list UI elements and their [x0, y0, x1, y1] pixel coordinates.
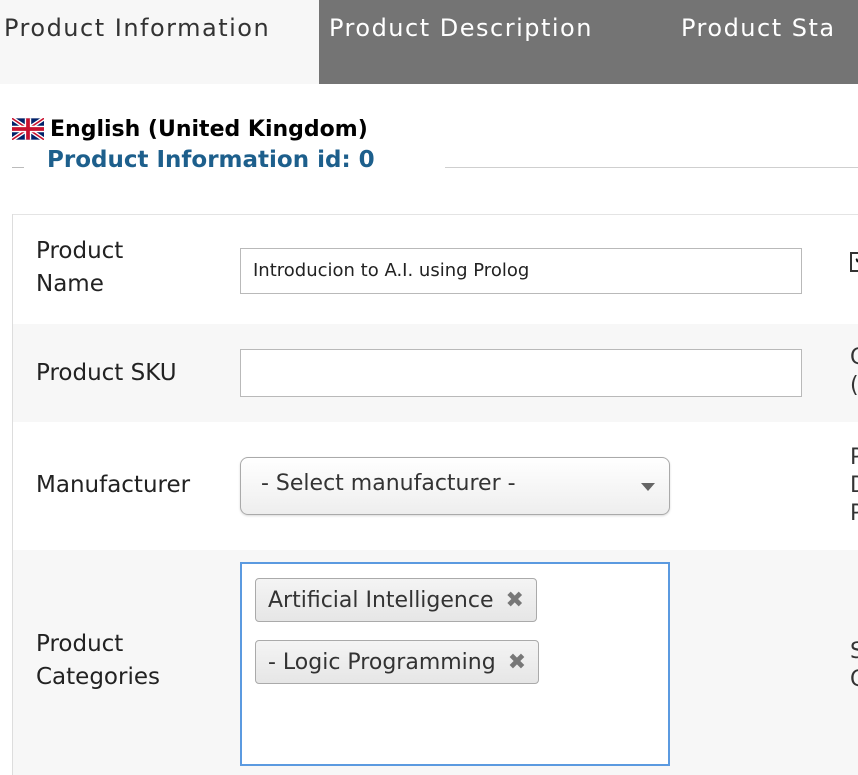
- tab-product-status[interactable]: Product Sta: [681, 14, 836, 42]
- row-product-name: Product Name Introducion to A.I. using P…: [13, 214, 858, 325]
- tab-group-inactive: Product Description Product Sta: [319, 0, 858, 84]
- row-product-sku: Product SKU G (E: [13, 324, 858, 422]
- product-sku-input[interactable]: [240, 349, 802, 397]
- product-name-label: Product Name: [36, 235, 123, 301]
- tab-label: Product Information: [4, 14, 271, 42]
- uk-flag-icon: [12, 118, 44, 140]
- chip-label: - Logic Programming: [268, 649, 496, 675]
- fieldset-border: [12, 167, 24, 168]
- fieldset-border: [445, 167, 858, 168]
- category-chip: - Logic Programming ✖: [255, 640, 540, 684]
- language-indicator: English (United Kingdom): [12, 116, 368, 142]
- label-line: Product: [36, 631, 124, 657]
- cut-text: (E: [850, 373, 858, 398]
- row-product-categories: Product Categories Artificial Intelligen…: [13, 550, 858, 775]
- manufacturer-select[interactable]: - Select manufacturer -: [240, 457, 670, 515]
- right-column-text: P D P: [850, 444, 858, 528]
- remove-chip-icon[interactable]: ✖: [508, 650, 526, 675]
- fieldset-legend-row: Product Information id: 0: [0, 147, 858, 181]
- category-chip: Artificial Intelligence ✖: [255, 578, 537, 622]
- remove-chip-icon[interactable]: ✖: [506, 588, 524, 613]
- cut-text: S: [850, 639, 858, 664]
- cut-text: P: [850, 501, 858, 526]
- manufacturer-label: Manufacturer: [36, 472, 191, 498]
- label-line: Categories: [36, 664, 160, 690]
- categories-multiselect[interactable]: Artificial Intelligence ✖ - Logic Progra…: [240, 562, 670, 766]
- chevron-down-icon: [641, 483, 655, 491]
- chip-label: Artificial Intelligence: [268, 587, 494, 613]
- right-column-text: G (E: [850, 344, 858, 400]
- right-column-text: S G: [850, 638, 858, 694]
- label-line: Name: [36, 271, 104, 297]
- language-label: English (United Kingdom): [50, 116, 368, 142]
- published-checkbox[interactable]: [850, 248, 858, 272]
- row-manufacturer: Manufacturer - Select manufacturer - P D…: [13, 422, 858, 550]
- product-sku-label: Product SKU: [36, 360, 177, 386]
- tab-bar: Product Information Product Description …: [0, 0, 858, 84]
- tab-product-description[interactable]: Product Description: [329, 14, 593, 42]
- manufacturer-selected-value: - Select manufacturer -: [261, 471, 516, 496]
- label-line: Product: [36, 238, 124, 264]
- product-name-input[interactable]: Introducion to A.I. using Prolog: [240, 248, 802, 294]
- cut-text: G: [850, 344, 858, 372]
- tab-product-information[interactable]: Product Information: [0, 0, 319, 84]
- cut-text: D: [850, 472, 858, 500]
- cut-text: G: [850, 666, 858, 694]
- fieldset-legend: Product Information id: 0: [47, 147, 375, 173]
- product-categories-label: Product Categories: [36, 628, 160, 694]
- cut-text: P: [850, 445, 858, 470]
